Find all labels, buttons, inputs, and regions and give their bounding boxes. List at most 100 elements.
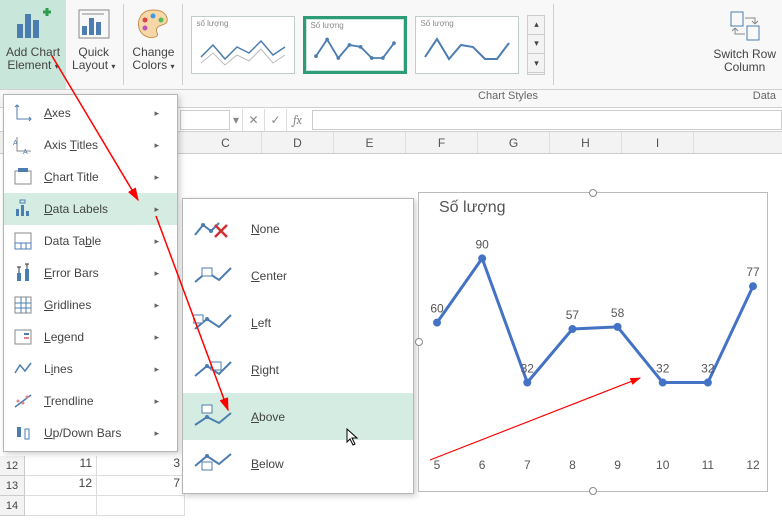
above-icon [193,402,233,432]
chart-styles-gallery[interactable]: số lượng Số lượng Số lượng ▴ ▾ ▾ [185,0,551,89]
chevron-right-icon: ▸ [154,140,159,151]
data-labels-icon [12,198,34,220]
chart-style-3[interactable]: Số lượng [415,16,519,74]
x-tick-label: 10 [656,458,670,472]
ribbon: Add ChartElement ▾ QuickLayout ▾ ChangeC… [0,0,782,90]
row-header[interactable]: 13 [0,476,25,496]
chart-styles-scroll[interactable]: ▴ ▾ ▾ [527,15,545,75]
add-chart-element-button[interactable]: Add ChartElement ▾ [0,0,66,89]
cell[interactable]: 3 [97,456,185,476]
scroll-more-icon[interactable]: ▾ [528,54,544,73]
cell[interactable] [97,496,185,516]
menu-trendline[interactable]: Trendline ▸ [4,385,177,417]
svg-text:A: A [13,140,18,147]
submenu-left[interactable]: Left [183,299,413,346]
chart-style-2[interactable]: Số lượng [303,16,407,74]
legend-icon [12,326,34,348]
quick-layout-icon [74,4,114,44]
data-table-icon [12,230,34,252]
x-tick-label: 12 [746,458,760,472]
quick-layout-button[interactable]: QuickLayout ▾ [66,0,121,89]
switch-row-column-icon [725,6,765,46]
x-tick-label: 5 [434,458,441,472]
name-box[interactable] [180,110,230,130]
chart-plot-area[interactable]: 605906327578589321032117712 [419,217,769,487]
col-header[interactable]: G [478,132,550,153]
menu-axis-titles[interactable]: AA Axis Titles ▸ [4,129,177,161]
formula-input[interactable] [312,110,782,130]
menu-gridlines[interactable]: Gridlines ▸ [4,289,177,321]
resize-handle[interactable] [415,338,423,346]
axis-titles-icon: AA [12,134,34,156]
data-label: 90 [475,237,489,251]
cell[interactable]: 7 [97,476,185,496]
col-header[interactable]: H [550,132,622,153]
switch-row-column-label: Switch RowColumn [713,48,776,74]
submenu-below[interactable]: Below [183,440,413,487]
lines-icon [12,358,34,380]
menu-data-labels[interactable]: Data Labels ▸ [4,193,177,225]
chart-title[interactable]: Số lượng [439,199,767,217]
x-tick-label: 9 [614,458,621,472]
data-label: 57 [566,308,580,322]
gridlines-icon [12,294,34,316]
axes-icon [12,102,34,124]
cell[interactable] [25,496,97,516]
name-box-dropdown-icon[interactable]: ▾ [230,113,242,127]
data-label: 32 [656,362,670,376]
chart-title-icon [12,166,34,188]
row-header[interactable]: 14 [0,496,25,516]
left-icon [193,308,233,338]
center-icon [193,261,233,291]
menu-error-bars[interactable]: Error Bars ▸ [4,257,177,289]
cell[interactable]: 11 [25,456,97,476]
x-tick-label: 6 [479,458,486,472]
submenu-center[interactable]: Center [183,252,413,299]
menu-chart-title[interactable]: Chart Title ▸ [4,161,177,193]
switch-row-column-button[interactable]: Switch RowColumn [707,0,782,89]
resize-handle[interactable] [589,189,597,197]
fx-icon[interactable]: fx [286,109,308,131]
submenu-none[interactable]: None [183,205,413,252]
mouse-cursor-icon [346,428,362,448]
grid-rows: 12 11 3 13 12 7 14 [0,456,185,516]
chevron-right-icon: ▸ [154,268,159,279]
scroll-down-icon[interactable]: ▾ [528,35,544,54]
add-chart-element-label: Add ChartElement ▾ [6,46,60,72]
resize-handle[interactable] [589,487,597,495]
menu-updown-bars[interactable]: Up/Down Bars ▸ [4,417,177,449]
col-header[interactable]: I [622,132,694,153]
chart-style-1[interactable]: số lượng [191,16,295,74]
cancel-icon[interactable]: ✕ [242,109,264,131]
svg-text:A: A [23,149,28,155]
embedded-chart[interactable]: Số lượng 605906327578589321032117712 [418,192,768,492]
menu-data-table[interactable]: Data Table ▸ [4,225,177,257]
menu-lines[interactable]: Lines ▸ [4,353,177,385]
chevron-right-icon: ▸ [154,108,159,119]
x-tick-label: 8 [569,458,576,472]
group-label-chart-styles: Chart Styles [376,90,640,107]
data-label: 77 [746,265,760,279]
row-header[interactable]: 12 [0,456,25,476]
chevron-right-icon: ▸ [154,332,159,343]
chevron-right-icon: ▸ [154,428,159,439]
col-header[interactable]: C [190,132,262,153]
change-colors-label: ChangeColors ▾ [132,46,174,72]
col-header[interactable]: D [262,132,334,153]
enter-icon[interactable]: ✓ [264,109,286,131]
submenu-right[interactable]: Right [183,346,413,393]
right-icon [193,355,233,385]
col-header[interactable]: F [406,132,478,153]
submenu-above[interactable]: Above [183,393,413,440]
menu-axes[interactable]: Axes ▸ [4,97,177,129]
cell[interactable]: 12 [25,476,97,496]
trendline-icon [12,390,34,412]
chevron-right-icon: ▸ [154,236,159,247]
col-header[interactable]: E [334,132,406,153]
none-icon [193,214,233,244]
change-colors-button[interactable]: ChangeColors ▾ [126,0,180,89]
scroll-up-icon[interactable]: ▴ [528,16,544,35]
group-label-data: Data [640,90,782,107]
error-bars-icon [12,262,34,284]
menu-legend[interactable]: Legend ▸ [4,321,177,353]
